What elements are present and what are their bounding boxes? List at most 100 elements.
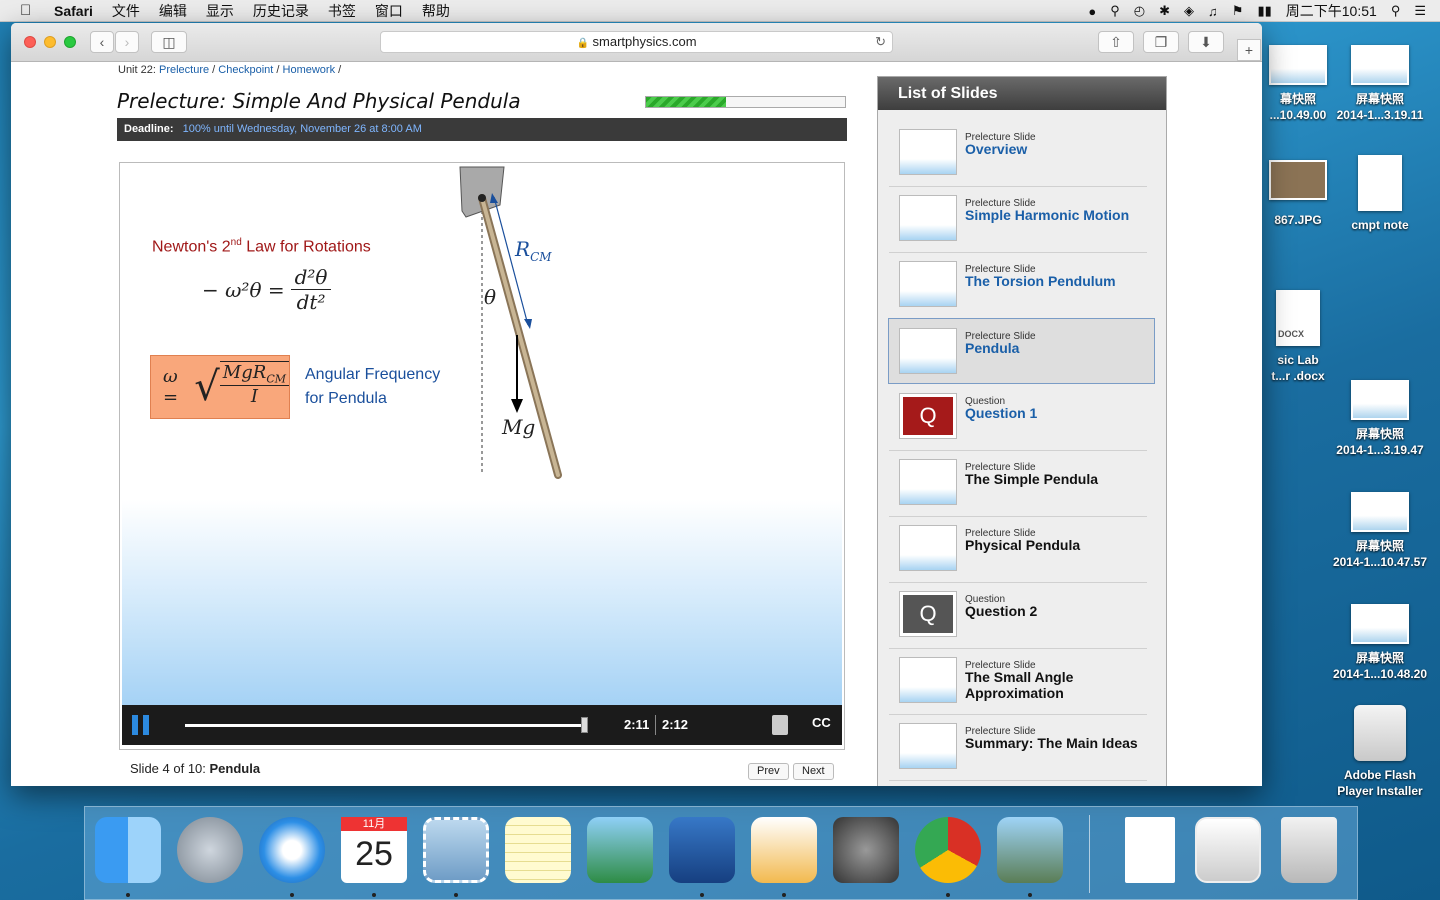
desktop-icon-label: cmpt note	[1351, 218, 1409, 232]
plus-icon: +	[1244, 42, 1254, 58]
running-indicator	[372, 893, 376, 897]
notification-bell-icon[interactable]: ●	[1088, 4, 1096, 19]
reload-icon[interactable]: ↻	[875, 32, 886, 52]
menu-view[interactable]: 显示	[206, 1, 234, 21]
bluetooth-icon[interactable]: ✱	[1159, 3, 1170, 19]
pause-icon	[132, 715, 138, 735]
sidebar-toggle-button[interactable]: ◫	[151, 31, 187, 53]
share-button[interactable]: ⇧	[1098, 31, 1134, 53]
slide-thumbnail-icon	[899, 459, 957, 505]
dictionary-icon[interactable]	[669, 817, 735, 883]
system-preferences-icon[interactable]	[833, 817, 899, 883]
finder-icon[interactable]	[95, 817, 161, 883]
angular-frequency-label: Angular Frequency for Pendula	[305, 366, 441, 407]
preview-icon[interactable]	[997, 817, 1063, 883]
slide-list-item[interactable]: Prelecture Slide Summary: The Main Ideas	[889, 714, 1156, 780]
back-button[interactable]: ‹	[90, 31, 114, 53]
menu-file[interactable]: 文件	[112, 1, 140, 21]
desktop-icon-screenshot-2[interactable]: 屏幕快照 2014-1...3.19.11	[1325, 45, 1435, 123]
spotlight-search-icon[interactable]: ⚲	[1110, 3, 1120, 19]
next-button[interactable]: Next	[793, 763, 834, 780]
zoom-window-button[interactable]	[64, 36, 76, 48]
slide-title: The Torsion Pendulum	[965, 273, 1116, 289]
desktop-icon-label: Adobe Flash	[1343, 768, 1416, 782]
trash-icon[interactable]	[1281, 817, 1337, 883]
launchpad-icon[interactable]	[177, 817, 243, 883]
mail-icon[interactable]	[423, 817, 489, 883]
text-document-icon	[1358, 155, 1402, 211]
time-machine-icon[interactable]: ◴	[1134, 3, 1145, 19]
new-tab-button[interactable]: +	[1237, 39, 1261, 61]
menu-clock[interactable]: 周二下午10:51	[1286, 1, 1377, 21]
transcript-icon[interactable]	[772, 715, 788, 735]
word-document-icon: DOCX	[1276, 290, 1320, 346]
deadline-label: Deadline:	[124, 123, 174, 135]
slide-thumbnail-icon	[899, 261, 957, 307]
notification-center-icon[interactable]: ☰	[1414, 3, 1426, 19]
slide-list-panel: List of Slides Prelecture Slide Overview P…	[877, 76, 1167, 786]
tabs-overview-button[interactable]: ❐	[1143, 31, 1179, 53]
address-bar[interactable]: 🔒 smartphysics.com ↻	[380, 31, 893, 53]
seek-bar[interactable]	[185, 724, 587, 727]
apple-menu-icon[interactable]: 	[20, 2, 40, 19]
slide-title: Simple Harmonic Motion	[965, 207, 1130, 223]
deadline-bar: Deadline: 100% until Wednesday, November…	[117, 118, 847, 141]
wifi-icon[interactable]: ◈	[1184, 3, 1194, 19]
spotlight-icon[interactable]: ⚲	[1391, 3, 1401, 19]
iphoto-icon[interactable]	[587, 817, 653, 883]
slide-list-item[interactable]: Prelecture Slide The Simple Pendula	[889, 450, 1156, 516]
rcm-label: RCM	[515, 237, 552, 264]
slide-list-item[interactable]: Prelecture Slide Overview	[889, 120, 1156, 186]
slide-list-item[interactable]: Prelecture Slide Physical Pendula	[889, 516, 1156, 582]
slide-list-item[interactable]: Prelecture Slide Simple Harmonic Motion	[889, 186, 1156, 252]
desktop-icon-flash-installer[interactable]: Adobe Flash Player Installer	[1325, 705, 1435, 799]
safari-icon[interactable]	[259, 817, 325, 883]
battery-icon[interactable]: ▮▮	[1257, 3, 1271, 19]
breadcrumb-homework[interactable]: Homework	[283, 64, 336, 76]
minimize-window-button[interactable]	[44, 36, 56, 48]
slide-title: The Simple Pendula	[965, 471, 1099, 487]
pivot-point	[478, 194, 486, 202]
volume-icon[interactable]: ♫	[1208, 4, 1218, 19]
desktop-icon-screenshot-3[interactable]: 屏幕快照 2014-1...3.19.47	[1325, 380, 1435, 458]
menu-window[interactable]: 窗口	[375, 1, 403, 21]
slide-list-item[interactable]: Prelecture Slide The Small Angle Approxim…	[889, 648, 1156, 714]
desktop-icon-label: 2014-1...3.19.47	[1336, 443, 1424, 457]
input-flag-icon[interactable]: ⚑	[1232, 3, 1244, 19]
desktop-icon-cmpt-note[interactable]: cmpt note	[1325, 155, 1435, 233]
desktop-icon-label: 屏幕快照	[1355, 539, 1404, 553]
notes-icon[interactable]	[505, 817, 571, 883]
menu-history[interactable]: 历史记录	[253, 1, 309, 21]
menu-help[interactable]: 帮助	[422, 1, 450, 21]
slide-list-item[interactable]: Q Question Question 1	[889, 384, 1156, 450]
desktop-icon-screenshot-4[interactable]: 屏幕快照 2014-1...10.47.57	[1325, 492, 1435, 570]
forward-button[interactable]: ›	[115, 31, 139, 53]
menu-app-name[interactable]: Safari	[54, 3, 93, 19]
slide-list-item[interactable]: Prelecture Slide Pendula	[888, 318, 1155, 384]
desktop-icon-screenshot-5[interactable]: 屏幕快照 2014-1...10.48.20	[1325, 604, 1435, 682]
document-icon[interactable]	[1125, 817, 1175, 883]
pause-icon	[143, 715, 149, 735]
dock: 11月 25	[84, 806, 1358, 900]
url-text: smartphysics.com	[592, 34, 697, 49]
menu-bookmarks[interactable]: 书签	[328, 1, 356, 21]
mg-label: Mg	[502, 415, 536, 439]
seek-handle[interactable]	[581, 717, 588, 733]
slide-title: Overview	[965, 141, 1028, 157]
breadcrumb-prelecture[interactable]: Prelecture	[159, 64, 209, 76]
current-time: 2:11	[624, 717, 650, 732]
slide-list-item[interactable]: Prelecture Slide The Torsion Pendulum	[889, 252, 1156, 318]
screenshot-chrome-icon[interactable]	[1195, 817, 1261, 883]
breadcrumb-checkpoint[interactable]: Checkpoint	[218, 64, 273, 76]
prev-button[interactable]: Prev	[748, 763, 789, 780]
menu-edit[interactable]: 编辑	[159, 1, 187, 21]
pause-button[interactable]	[132, 715, 152, 735]
calendar-icon[interactable]: 11月 25	[341, 817, 407, 883]
downloads-button[interactable]: ⬇	[1188, 31, 1224, 53]
pages-icon[interactable]	[751, 817, 817, 883]
closed-captions-icon[interactable]: CC	[812, 715, 831, 730]
close-window-button[interactable]	[24, 36, 36, 48]
media-player-bar: 2:11 2:12 CC	[122, 705, 842, 745]
slide-list-item[interactable]: Q Question Question 2	[889, 582, 1156, 648]
chrome-icon[interactable]	[915, 817, 981, 883]
